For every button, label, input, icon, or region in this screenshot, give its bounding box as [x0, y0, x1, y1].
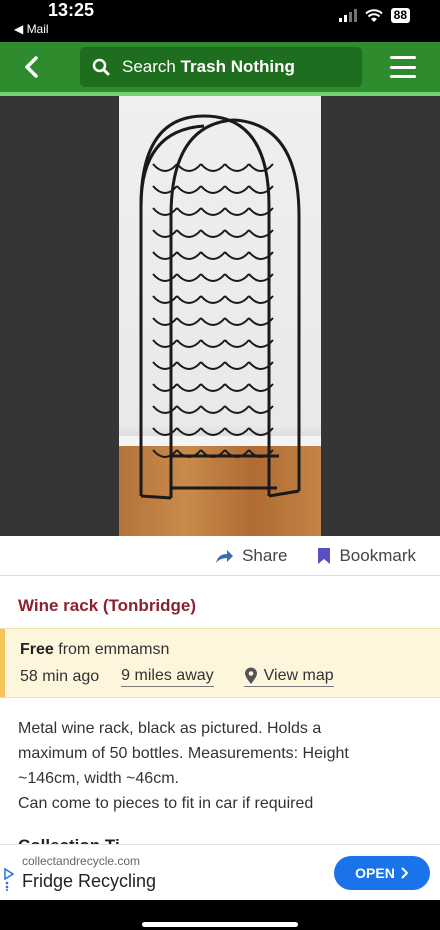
ad-title: Fridge Recycling [22, 871, 157, 891]
wifi-icon [364, 8, 383, 22]
bookmark-button[interactable]: Bookmark [317, 546, 416, 566]
ad-banner[interactable]: collectandrecycle.com Fridge Recycling O… [0, 844, 440, 900]
bottom-bar [0, 900, 440, 930]
menu-button[interactable] [388, 53, 418, 81]
distance-link[interactable]: 9 miles away [121, 667, 214, 687]
status-icons: 88 [338, 8, 410, 23]
free-label: Free [20, 641, 54, 658]
description-line: Metal wine rack, black as pictured. Hold… [18, 720, 322, 737]
ad-choices-icon[interactable] [4, 867, 14, 891]
back-to-mail-link[interactable]: ◀ Mail [14, 22, 49, 36]
bookmark-label: Bookmark [339, 545, 416, 565]
description-line: maximum of 50 bottles. Measurements: Hei… [18, 745, 349, 762]
post-actions: Share Bookmark [0, 536, 440, 576]
view-map-link[interactable]: View map [243, 667, 334, 687]
ad-open-button[interactable]: OPEN [334, 856, 430, 890]
offer-line: Free from emmamsn [20, 641, 169, 659]
time-ago: 58 min ago [20, 668, 100, 685]
info-accent-bar [0, 629, 5, 697]
wine-rack-illustration [139, 114, 301, 500]
share-icon [216, 549, 234, 563]
home-indicator[interactable] [142, 922, 298, 927]
listing-photo[interactable] [119, 96, 321, 536]
view-map-label: View map [263, 667, 334, 684]
post-description: Metal wine rack, black as pictured. Hold… [18, 716, 418, 816]
post-title: Wine rack (Tonbridge) [18, 596, 197, 615]
share-button[interactable]: Share [214, 546, 287, 566]
description-line: ~146cm, width ~46cm. [18, 770, 179, 787]
signal-icon [338, 9, 357, 22]
battery-indicator: 88 [390, 8, 410, 23]
meta-line: 58 min ago 9 miles away View map [20, 667, 334, 687]
description-line: Can come to pieces to fit in car if requ… [18, 795, 314, 812]
menu-icon [390, 56, 416, 59]
share-label: Share [242, 545, 288, 565]
search-box[interactable]: Search Trash Nothing [80, 47, 362, 87]
map-pin-icon [244, 667, 257, 684]
back-button[interactable] [14, 50, 48, 84]
photo-area [0, 96, 440, 536]
search-placeholder: Search Trash Nothing [122, 57, 295, 76]
status-time: 13:25 [48, 0, 95, 20]
status-bar: 13:25 ◀ Mail 88 [0, 0, 440, 42]
ad-domain: collectandrecycle.com [22, 854, 141, 868]
chevron-right-icon [401, 867, 409, 879]
chevron-left-icon [25, 56, 38, 78]
from-user[interactable]: from emmamsn [54, 641, 169, 658]
search-icon [92, 57, 112, 77]
top-nav: Search Trash Nothing [0, 42, 440, 92]
bookmark-icon [318, 547, 331, 564]
post-info-box: Free from emmamsn 58 min ago 9 miles awa… [0, 628, 440, 698]
ad-open-label: OPEN [355, 865, 395, 881]
